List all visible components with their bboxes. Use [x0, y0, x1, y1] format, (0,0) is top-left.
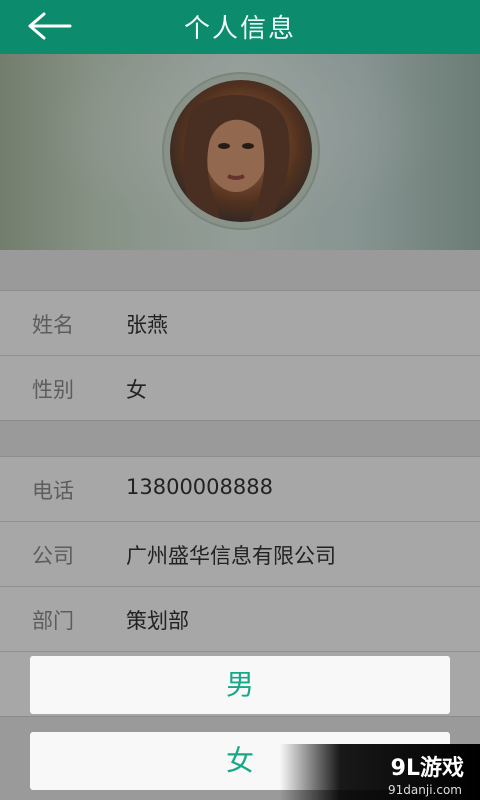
avatar-ring: [162, 72, 320, 230]
basic-info-section: 姓名 张燕 性别 女: [0, 290, 480, 421]
row-value: 广州盛华信息有限公司: [126, 544, 336, 568]
avatar[interactable]: [170, 80, 312, 222]
info-row-department[interactable]: 部门 策划部: [0, 587, 480, 652]
row-label: 公司: [32, 544, 74, 568]
row-value: 策划部: [126, 609, 189, 633]
watermark-logo: 9L游戏: [390, 756, 464, 781]
info-row-phone[interactable]: 电话 13800008888: [0, 457, 480, 522]
info-row-gender[interactable]: 性别 女: [0, 356, 480, 420]
row-value: 13800008888: [126, 475, 273, 499]
row-label: 电话: [32, 479, 74, 503]
info-row-company[interactable]: 公司 广州盛华信息有限公司: [0, 522, 480, 587]
gender-option-male[interactable]: 男: [30, 656, 450, 714]
row-label: 姓名: [32, 313, 74, 337]
avatar-photo: [183, 95, 290, 222]
profile-header-background: [0, 54, 480, 250]
watermark-url: 91danji.com: [388, 783, 462, 797]
title-bar: 个人信息: [0, 0, 480, 54]
row-value: 张燕: [126, 313, 168, 337]
row-value: 女: [126, 378, 147, 402]
row-label: 性别: [32, 378, 74, 402]
watermark: 9L游戏 91danji.com: [280, 744, 480, 800]
row-label: 部门: [32, 609, 74, 633]
page-title: 个人信息: [183, 14, 296, 44]
info-row-name[interactable]: 姓名 张燕: [0, 291, 480, 356]
